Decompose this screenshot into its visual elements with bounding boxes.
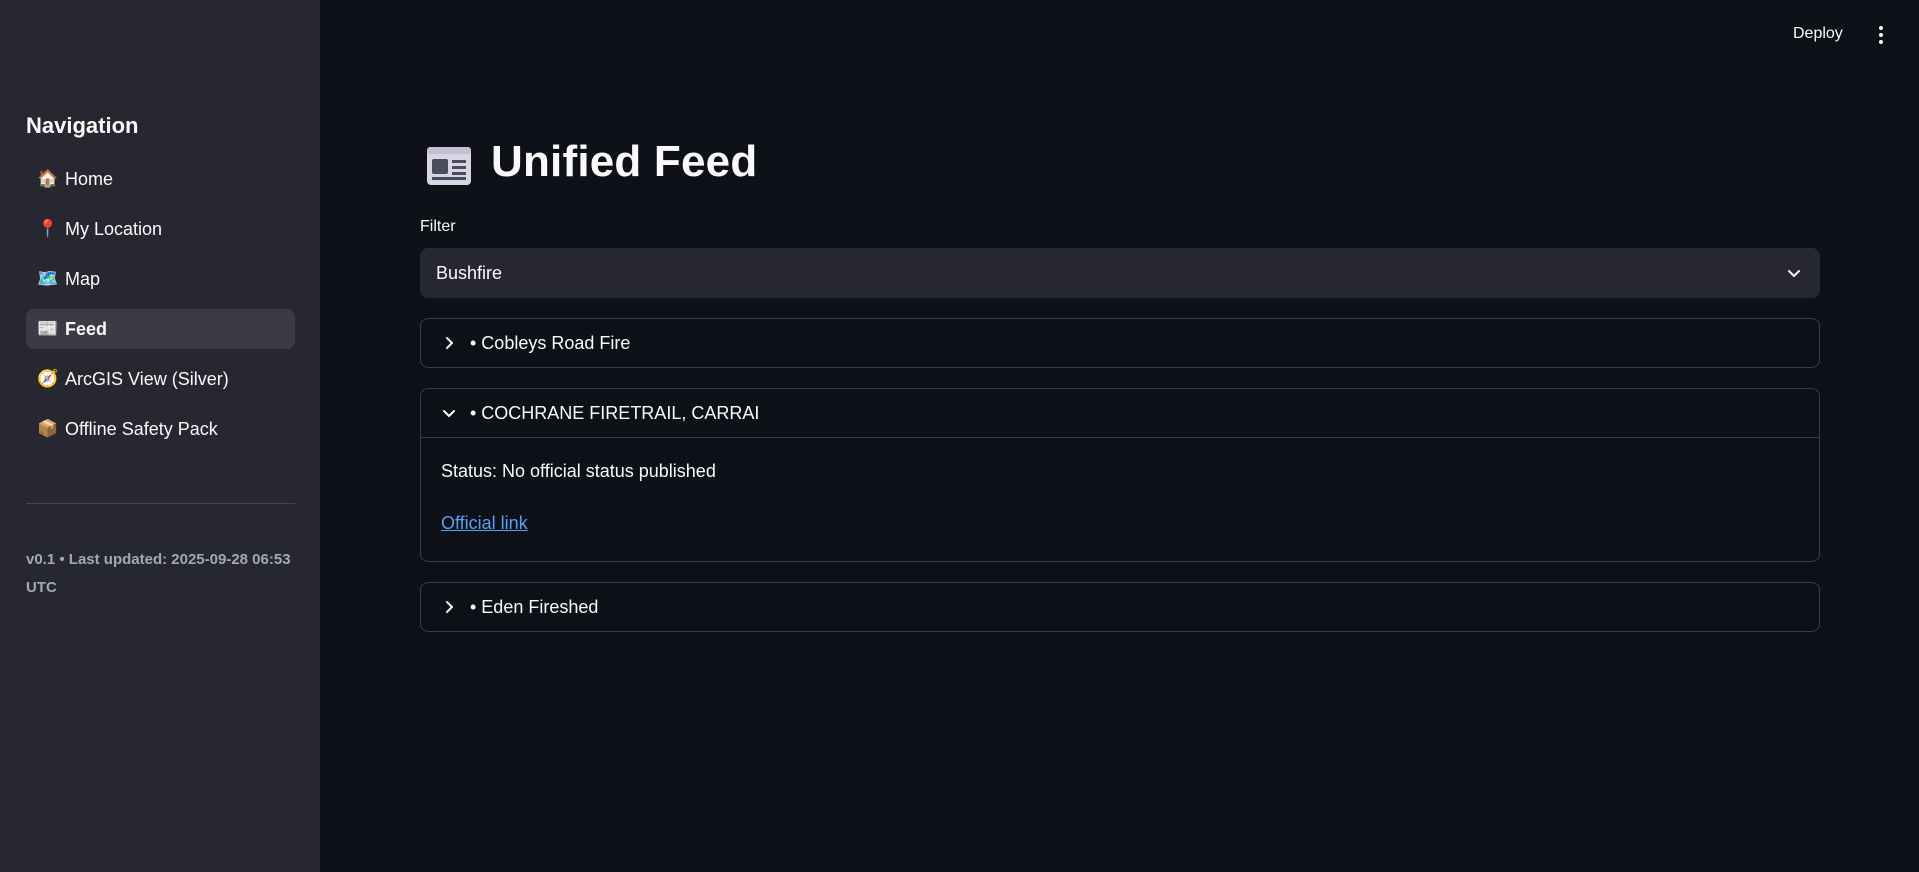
sidebar-item-label: Offline Safety Pack — [65, 418, 218, 439]
chevron-down-icon — [1788, 270, 1800, 277]
app-root: Navigation 🏠 Home 📍 My Location 🗺️ Map 📰… — [0, 0, 1919, 872]
sidebar: Navigation 🏠 Home 📍 My Location 🗺️ Map 📰… — [0, 0, 320, 872]
pin-icon: 📍 — [37, 219, 59, 238]
incident-title: • COCHRANE FIRETRAIL, CARRAI — [470, 402, 760, 423]
filter-select-value: Bushfire — [436, 262, 503, 283]
incident-expander: • Eden Fireshed — [420, 582, 1820, 632]
incident-title: • Cobleys Road Fire — [470, 332, 631, 353]
incident-title: • Eden Fireshed — [470, 596, 599, 617]
filter-label: Filter — [420, 218, 456, 235]
newspaper-icon: 📰 — [37, 319, 59, 338]
sidebar-item-my-location[interactable]: 📍 My Location — [26, 209, 295, 249]
version-info: v0.1 • Last updated: 2025-09-28 06:53 UT… — [26, 551, 291, 596]
incident-expander-header[interactable]: • COCHRANE FIRETRAIL, CARRAI — [421, 389, 1819, 438]
sidebar-divider — [26, 503, 295, 504]
sidebar-item-label: Home — [65, 168, 114, 189]
incident-expander: • Cobleys Road Fire — [420, 318, 1820, 368]
package-icon: 📦 — [37, 419, 59, 438]
sidebar-title: Navigation — [26, 113, 139, 138]
sidebar-item-home[interactable]: 🏠 Home — [26, 159, 295, 199]
sidebar-item-label: ArcGIS View (Silver) — [65, 368, 229, 389]
sidebar-item-label: Feed — [65, 318, 108, 339]
house-icon: 🏠 — [37, 169, 59, 188]
sidebar-item-arcgis-view[interactable]: 🧭 ArcGIS View (Silver) — [26, 359, 295, 399]
sidebar-item-label: My Location — [65, 218, 163, 239]
filter-select[interactable]: Bushfire — [420, 248, 1820, 298]
sidebar-item-feed[interactable]: 📰 Feed — [26, 309, 295, 349]
incident-expander-header[interactable]: • Cobleys Road Fire — [421, 319, 1819, 367]
compass-icon: 🧭 — [37, 369, 59, 388]
page-title: Unified Feed — [491, 137, 758, 186]
sidebar-item-offline-safety-pack[interactable]: 📦 Offline Safety Pack — [26, 409, 295, 449]
sidebar-item-map[interactable]: 🗺️ Map — [26, 259, 295, 299]
chevron-right-icon — [446, 601, 453, 613]
incident-expander: • COCHRANE FIRETRAIL, CARRAI Status: No … — [420, 388, 1820, 562]
sidebar-item-label: Map — [65, 268, 101, 289]
official-link[interactable]: Official link — [441, 513, 528, 534]
deploy-button[interactable]: Deploy — [1793, 25, 1843, 43]
incident-expander-header[interactable]: • Eden Fireshed — [421, 583, 1819, 631]
newspaper-icon — [427, 147, 471, 185]
chevron-down-icon — [443, 410, 455, 417]
chevron-right-icon — [446, 337, 453, 349]
sidebar-nav: 🏠 Home 📍 My Location 🗺️ Map 📰 Feed 🧭 Arc… — [26, 159, 295, 459]
map-icon: 🗺️ — [37, 269, 59, 288]
incident-status: Status: No official status published — [441, 461, 716, 481]
kebab-menu-icon[interactable] — [1874, 26, 1888, 48]
